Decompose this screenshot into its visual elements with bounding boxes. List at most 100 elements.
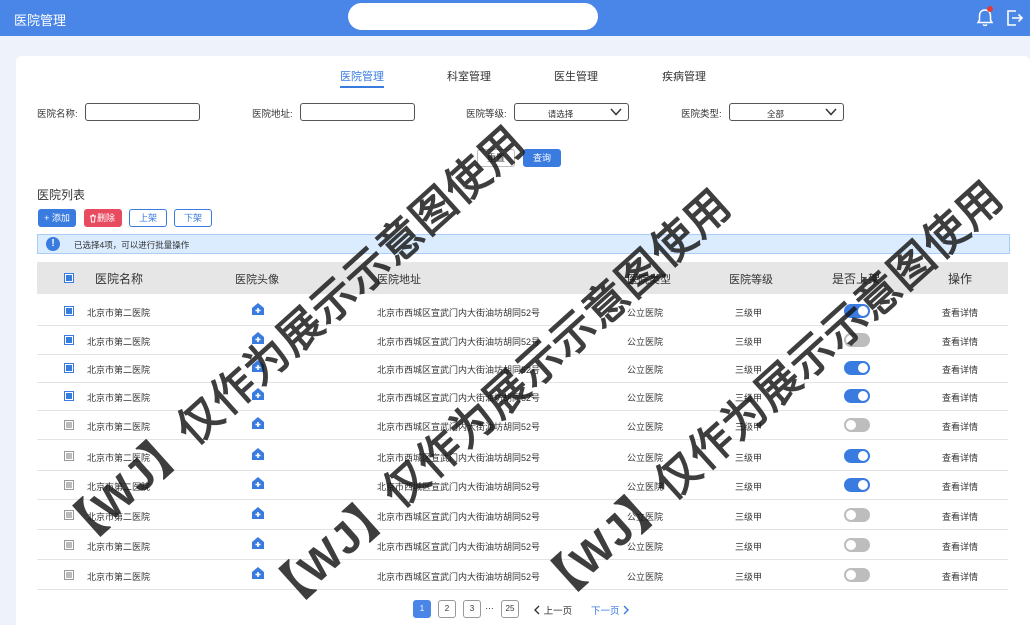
table-row: 北京市第二医院 北京市西城区宣武门内大街油坊胡同52号 公立医院 三级甲 查看详情 — [37, 530, 1008, 560]
hospital-name: 北京市第二医院 — [87, 308, 151, 318]
hospital-address-input[interactable] — [300, 103, 415, 121]
app-title: 医院管理 — [14, 13, 67, 28]
selection-alert-text: 已选择4项，可以进行批量操作 — [74, 240, 190, 250]
hospital-name: 北京市第二医院 — [87, 393, 151, 403]
page-3-button[interactable]: 3 — [463, 600, 481, 618]
search-input[interactable] — [348, 3, 598, 30]
listed-toggle[interactable] — [844, 508, 870, 522]
listed-toggle[interactable] — [844, 389, 870, 403]
listed-toggle[interactable] — [844, 361, 870, 375]
hospital-type: 公立医院 — [627, 393, 664, 403]
hospital-name-input[interactable] — [85, 103, 200, 121]
delete-button[interactable]: 删除 — [84, 209, 122, 227]
hospital-type-select[interactable]: 全部 — [729, 103, 844, 121]
hospital-address: 北京市西城区宣武门内大街油坊胡同52号 — [377, 365, 541, 375]
listed-toggle[interactable] — [844, 418, 870, 432]
tab-department[interactable]: 科室管理 — [447, 68, 491, 84]
hospital-level: 三级甲 — [735, 482, 763, 492]
row-checkbox[interactable] — [64, 306, 74, 316]
selection-alert: ! 已选择4项，可以进行批量操作 — [37, 234, 1010, 254]
listed-toggle[interactable] — [844, 478, 870, 492]
view-details-link[interactable]: 查看详情 — [942, 540, 978, 553]
view-details-link[interactable]: 查看详情 — [942, 480, 978, 493]
hospital-type: 公立医院 — [627, 365, 664, 375]
select-all-checkbox[interactable] — [64, 273, 74, 283]
delete-label: 删除 — [97, 213, 116, 223]
view-details-link[interactable]: 查看详情 — [942, 391, 978, 404]
listed-toggle[interactable] — [844, 333, 870, 347]
tab-active-underline — [340, 86, 384, 88]
hospital-level: 三级甲 — [735, 337, 763, 347]
hospital-level: 三级甲 — [735, 542, 763, 552]
listed-toggle[interactable] — [844, 538, 870, 552]
hospital-name: 北京市第二医院 — [87, 572, 151, 582]
row-checkbox[interactable] — [64, 510, 74, 520]
hospital-icon — [252, 417, 264, 429]
table-row: 北京市第二医院 北京市西城区宣武门内大街油坊胡同52号 公立医院 三级甲 查看详情 — [37, 325, 1008, 355]
hospital-name: 北京市第二医院 — [87, 482, 151, 492]
chevron-down-icon — [825, 108, 837, 116]
hospital-level: 三级甲 — [735, 393, 763, 403]
hospital-type-label: 医院类型: — [681, 109, 722, 120]
query-button[interactable]: 查询 — [523, 149, 561, 167]
reset-button[interactable]: 重置 — [477, 149, 515, 167]
listed-toggle[interactable] — [844, 568, 870, 582]
hospital-address: 北京市西城区宣武门内大街油坊胡同52号 — [377, 422, 541, 432]
hospital-address-label: 医院地址: — [252, 109, 293, 120]
logout-icon[interactable] — [1004, 8, 1024, 28]
hospital-icon — [252, 303, 264, 315]
hospital-type: 公立医院 — [627, 482, 664, 492]
view-details-link[interactable]: 查看详情 — [942, 420, 978, 433]
hospital-level-select[interactable]: 请选择 — [514, 103, 629, 121]
toggle-knob — [846, 540, 856, 550]
row-checkbox[interactable] — [64, 420, 74, 430]
listed-toggle[interactable] — [844, 304, 870, 318]
prev-page-label: 上一页 — [543, 606, 573, 617]
chevron-left-icon — [534, 605, 540, 615]
hospital-level: 三级甲 — [735, 308, 763, 318]
view-details-link[interactable]: 查看详情 — [942, 306, 978, 319]
tab-hospital[interactable]: 医院管理 — [340, 68, 384, 84]
toggle-knob — [846, 510, 856, 520]
table-row: 北京市第二医院 北京市西城区宣武门内大街油坊胡同52号 公立医院 三级甲 查看详情 — [37, 353, 1008, 383]
hospital-type: 公立医院 — [627, 422, 664, 432]
toggle-knob — [846, 335, 856, 345]
view-details-link[interactable]: 查看详情 — [942, 451, 978, 464]
row-checkbox[interactable] — [64, 480, 74, 490]
row-checkbox[interactable] — [64, 540, 74, 550]
view-details-link[interactable]: 查看详情 — [942, 363, 978, 376]
toggle-knob — [858, 391, 868, 401]
col-avatar: 医院头像 — [235, 274, 279, 286]
prev-page-button[interactable]: 上一页 — [533, 603, 572, 617]
listed-toggle[interactable] — [844, 449, 870, 463]
tab-doctor[interactable]: 医生管理 — [554, 68, 598, 84]
list-down-button[interactable]: 下架 — [174, 209, 212, 227]
row-checkbox[interactable] — [64, 391, 74, 401]
list-title: 医院列表 — [37, 188, 86, 202]
page-1-button[interactable]: 1 — [413, 600, 431, 618]
row-checkbox[interactable] — [64, 363, 74, 373]
hospital-name: 北京市第二医院 — [87, 453, 151, 463]
next-page-button[interactable]: 下一页 — [591, 603, 630, 617]
row-checkbox[interactable] — [64, 335, 74, 345]
row-checkbox[interactable] — [64, 451, 74, 461]
col-name: 医院名称 — [95, 272, 144, 286]
page-last-button[interactable]: 25 — [501, 600, 519, 618]
tab-disease[interactable]: 疾病管理 — [662, 68, 706, 84]
hospital-icon — [252, 360, 264, 372]
add-button[interactable]: + 添加 — [38, 209, 76, 227]
table-row: 北京市第二医院 北京市西城区宣武门内大街油坊胡同52号 公立医院 三级甲 查看详情 — [37, 410, 1008, 440]
view-details-link[interactable]: 查看详情 — [942, 510, 978, 523]
toggle-knob — [858, 480, 868, 490]
hospital-level: 三级甲 — [735, 453, 763, 463]
hospital-level-value: 请选择 — [547, 109, 574, 119]
view-details-link[interactable]: 查看详情 — [942, 570, 978, 583]
table-row: 北京市第二医院 北京市西城区宣武门内大街油坊胡同52号 公立医院 三级甲 查看详情 — [37, 500, 1008, 530]
view-details-link[interactable]: 查看详情 — [942, 335, 978, 348]
list-up-button[interactable]: 上架 — [129, 209, 167, 227]
table-row: 北京市第二医院 北京市西城区宣武门内大街油坊胡同52号 公立医院 三级甲 查看详情 — [37, 441, 1008, 471]
hospital-address: 北京市西城区宣武门内大街油坊胡同52号 — [377, 572, 541, 582]
page-2-button[interactable]: 2 — [438, 600, 456, 618]
row-checkbox[interactable] — [64, 570, 74, 580]
toggle-knob — [846, 420, 856, 430]
